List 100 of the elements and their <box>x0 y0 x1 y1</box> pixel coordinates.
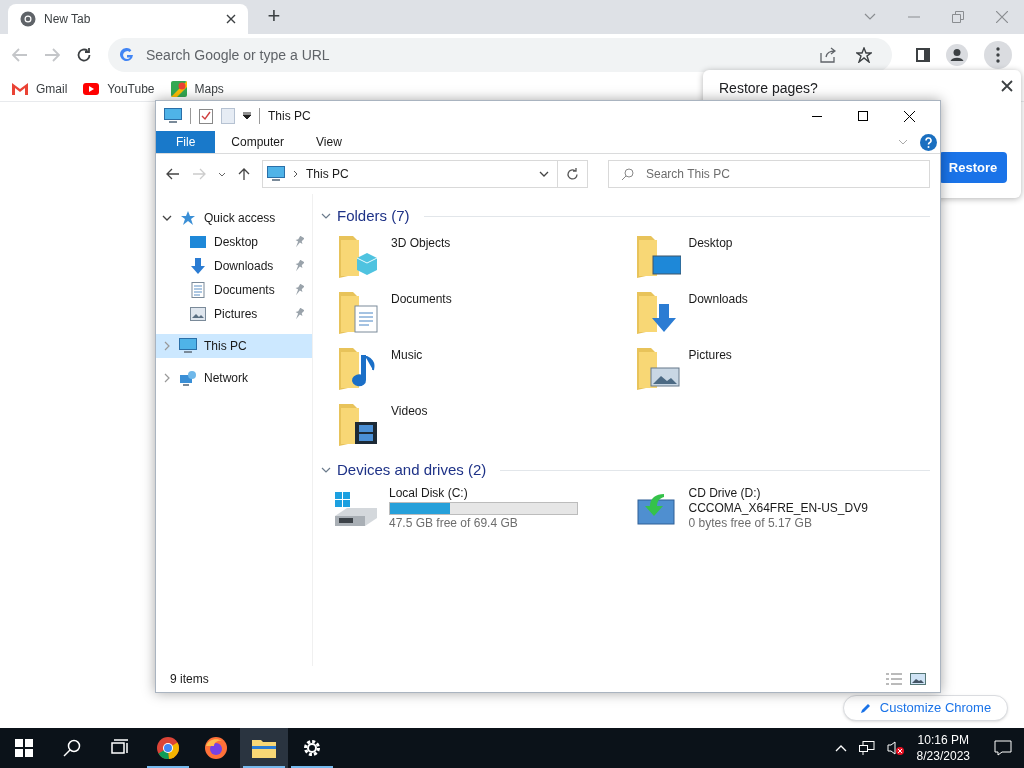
mail-icon <box>12 82 28 95</box>
ribbon-tab[interactable]: View <box>300 131 358 153</box>
nav-item[interactable]: Network <box>156 366 312 390</box>
nav-item[interactable]: Quick access <box>156 206 312 230</box>
group-heading[interactable]: Folders (7) <box>337 204 410 228</box>
chevron-right-icon[interactable] <box>162 373 172 383</box>
ribbon-tab[interactable]: File <box>156 131 216 153</box>
browser-tab[interactable]: New Tab <box>8 4 248 34</box>
computer-icon <box>179 338 197 354</box>
drive-tile[interactable]: CD Drive (D:) CCCOMA_X64FRE_EN-US_DV9 0 bytes free of 5.17 GB <box>630 486 930 531</box>
restore-button[interactable]: Restore <box>939 152 1007 183</box>
folder-tile[interactable]: Desktop <box>632 228 930 284</box>
folder-name: Desktop <box>688 235 733 252</box>
nav-item[interactable]: Downloads <box>156 254 312 278</box>
back-arrow-icon[interactable] <box>166 168 180 180</box>
refresh-button[interactable] <box>558 160 588 188</box>
folder-name: Music <box>391 347 423 364</box>
firefox-icon <box>204 736 228 760</box>
folder-name: Downloads <box>688 291 748 308</box>
restore-icon[interactable] <box>952 11 964 23</box>
pencil-icon <box>859 702 872 714</box>
dropdown-icon[interactable] <box>243 112 251 120</box>
notification-icon[interactable] <box>994 740 1012 756</box>
search-icon <box>621 167 634 181</box>
clock-time[interactable]: 10:16 PM <box>917 732 969 748</box>
folder-tile[interactable]: Videos <box>335 396 633 452</box>
folder-name: Videos <box>391 403 428 420</box>
network-icon[interactable] <box>858 741 875 755</box>
close-icon[interactable] <box>226 14 236 24</box>
task-view-icon <box>111 739 129 757</box>
omnibox-field[interactable]: Search Google or type a URL <box>108 38 892 72</box>
ribbon-tab[interactable]: Computer <box>215 131 301 153</box>
address-bar[interactable]: This PC <box>262 160 558 188</box>
side-panel-icon[interactable] <box>916 48 930 62</box>
folder-tile[interactable]: Music <box>335 340 633 396</box>
folder-tile[interactable]: Pictures <box>632 340 930 396</box>
free-space: 47.5 GB free of 69.4 GB <box>389 516 519 531</box>
desktop-icon <box>190 235 206 249</box>
star-icon <box>180 210 196 226</box>
customize-chrome-button[interactable]: Customize Chrome <box>843 695 1008 721</box>
star-icon[interactable] <box>856 47 872 63</box>
map-pin-icon <box>170 80 187 97</box>
properties-icon[interactable] <box>199 108 213 124</box>
reload-icon[interactable] <box>76 47 92 63</box>
close-icon[interactable] <box>1001 80 1013 92</box>
large-icons-view-icon[interactable] <box>910 673 926 685</box>
group-heading[interactable]: Devices and drives (2) <box>337 458 487 482</box>
nav-item[interactable]: Pictures <box>156 302 312 326</box>
bookmark-link[interactable]: YouTube <box>83 79 155 98</box>
nav-label: Downloads <box>214 258 274 275</box>
minimize-icon <box>812 115 822 117</box>
free-space: 0 bytes free of 5.17 GB <box>688 516 813 531</box>
help-icon[interactable] <box>920 133 937 151</box>
muted-speaker-icon[interactable] <box>886 741 905 755</box>
address-text: This PC <box>306 166 349 183</box>
bookmark-link[interactable]: Maps <box>170 79 224 98</box>
folder-tile[interactable]: Downloads <box>632 284 930 340</box>
picture-icon <box>190 307 206 321</box>
drive-name: Local Disk (C:) <box>389 486 469 501</box>
up-arrow-icon[interactable] <box>238 167 250 181</box>
document-icon <box>191 282 205 298</box>
drive-name: CD Drive (D:) <box>688 486 762 501</box>
chrome-icon <box>20 11 36 27</box>
search-icon <box>63 739 81 757</box>
chevron-down-icon[interactable] <box>162 213 172 223</box>
play-icon <box>83 82 100 95</box>
chevron-down-icon[interactable] <box>321 211 331 221</box>
folder-name: Documents <box>391 291 452 308</box>
chevron-down-icon[interactable] <box>218 171 226 177</box>
nav-item[interactable]: Desktop <box>156 230 312 254</box>
folder-tile[interactable]: Documents <box>335 284 633 340</box>
nav-item[interactable]: Documents <box>156 278 312 302</box>
folder-name: Pictures <box>688 347 732 364</box>
new-tab-button[interactable]: + <box>260 2 288 30</box>
window-title: This PC <box>268 108 311 125</box>
chevron-down-icon[interactable] <box>539 171 549 177</box>
chevron-up-icon[interactable] <box>834 744 847 752</box>
folder-icon <box>252 738 276 758</box>
search-input[interactable]: Search This PC <box>646 165 917 183</box>
computer-icon <box>267 166 285 182</box>
close-icon <box>903 110 915 122</box>
refresh-icon <box>566 167 579 181</box>
profile-icon[interactable] <box>946 44 968 66</box>
share-icon[interactable] <box>820 47 836 63</box>
folder-tile[interactable]: 3D Objects <box>335 228 633 284</box>
more-options-icon[interactable] <box>984 41 1012 69</box>
network-icon <box>179 370 197 386</box>
bookmark-link[interactable]: Gmail <box>12 79 68 98</box>
drive-tile[interactable]: Local Disk (C:) 47.5 GB free of 69.4 GB <box>331 486 631 531</box>
taskbar-button[interactable] <box>240 728 288 768</box>
nav-label: Desktop <box>214 234 259 251</box>
google-g-icon <box>120 48 134 62</box>
chevron-down-icon[interactable] <box>321 465 331 475</box>
search-field[interactable]: Search This PC <box>608 160 930 188</box>
nav-label: This PC <box>204 338 247 355</box>
nav-item[interactable]: This PC <box>156 334 312 358</box>
nav-label: Pictures <box>214 306 258 323</box>
clock-date[interactable]: 8/23/2023 <box>916 748 970 764</box>
omnibox-input[interactable]: Search Google or type a URL <box>146 44 808 66</box>
hard-drive-icon <box>333 490 379 528</box>
